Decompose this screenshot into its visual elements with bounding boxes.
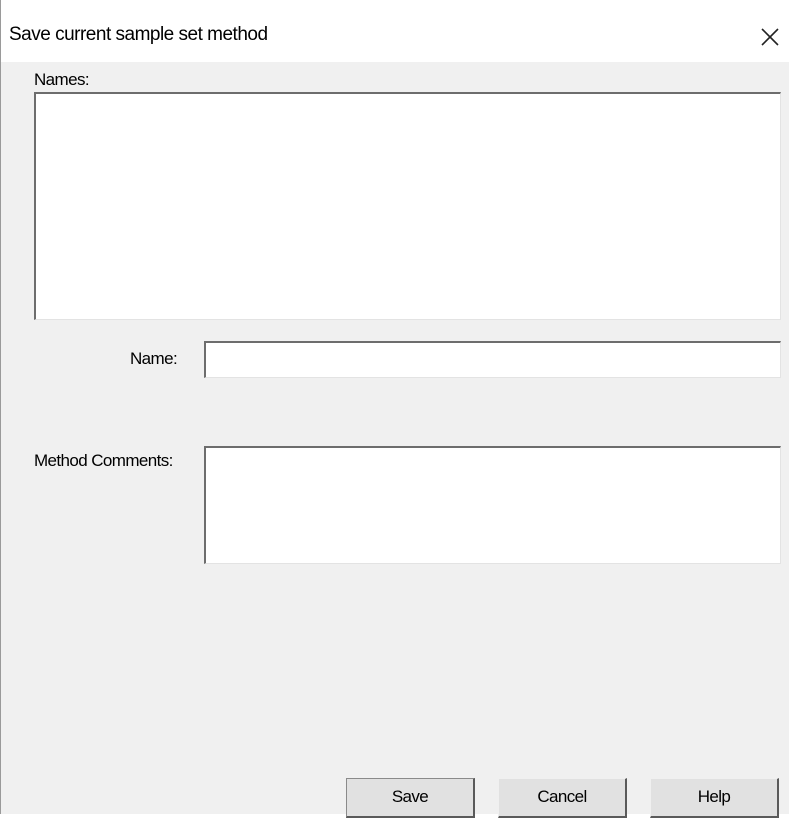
close-icon: [761, 28, 779, 46]
name-label: Name:: [130, 349, 178, 368]
cancel-button[interactable]: Cancel: [498, 778, 627, 818]
method-comments-input[interactable]: [204, 446, 781, 564]
close-button[interactable]: [744, 16, 789, 56]
save-method-dialog: Save current sample set method Names: Na…: [0, 0, 789, 818]
names-listbox[interactable]: [34, 92, 781, 320]
name-input[interactable]: [204, 341, 781, 378]
dialog-title: Save current sample set method: [9, 24, 268, 45]
names-label: Names:: [34, 70, 90, 89]
title-bar: Save current sample set method: [1, 0, 789, 62]
save-button[interactable]: Save: [346, 778, 475, 818]
method-comments-label: Method Comments:: [34, 451, 173, 470]
help-button[interactable]: Help: [650, 778, 779, 818]
